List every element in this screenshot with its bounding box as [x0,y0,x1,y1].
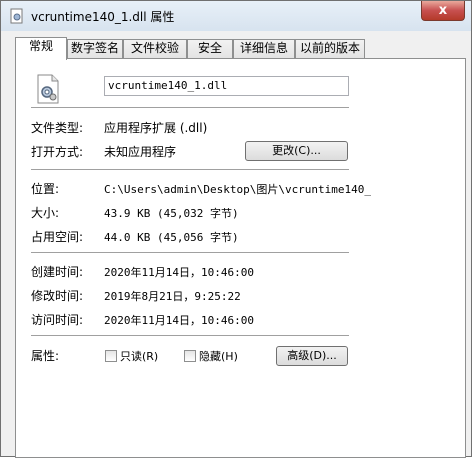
file-type-value: 应用程序扩展 (.dll) [104,121,208,135]
dll-file-icon [10,8,23,24]
hidden-label[interactable]: 隐藏(H) [199,348,238,364]
close-button[interactable]: x [421,1,465,21]
opens-with-value: 未知应用程序 [104,145,177,159]
separator [31,107,349,108]
readonly-label[interactable]: 只读(R) [120,348,158,364]
title-bar[interactable]: vcruntime140_1.dll 属性 x [1,1,471,31]
separator [31,335,349,336]
file-type-label: 文件类型: [31,121,84,135]
tab-security[interactable]: 安全 [187,39,233,58]
hidden-checkbox[interactable] [184,350,196,362]
general-tab-panel: vcruntime140_1.dll 文件类型: 应用程序扩展 (.dll) 打… [15,58,466,458]
size-value: 43.9 KB (45,032 字节) [104,207,239,220]
modified-value: 2019年8月21日，9:25:22 [104,290,241,303]
created-value: 2020年11月14日，10:46:00 [104,266,254,279]
disk-size-value: 44.0 KB (45,056 字节) [104,231,239,244]
advanced-button[interactable]: 高级(D)... [276,346,348,366]
modified-label: 修改时间: [31,289,84,303]
accessed-value: 2020年11月14日，10:46:00 [104,314,254,327]
disk-size-label: 占用空间: [31,230,84,244]
tab-strip: 常规 数字签名 文件校验 安全 详细信息 以前的版本 [15,37,465,60]
size-label: 大小: [31,206,60,220]
accessed-label: 访问时间: [31,313,84,327]
tab-details[interactable]: 详细信息 [233,39,295,58]
window-title: vcruntime140_1.dll 属性 [31,10,175,24]
filename-field[interactable]: vcruntime140_1.dll [104,76,349,96]
location-value: C:\Users\admin\Desktop\图片\vcruntime140_ [104,183,372,196]
opens-with-label: 打开方式: [31,145,84,159]
dll-file-gear-icon [37,74,59,104]
created-label: 创建时间: [31,265,84,279]
separator [31,252,349,253]
separator [31,169,349,170]
readonly-checkbox[interactable] [105,350,117,362]
tab-previous-versions[interactable]: 以前的版本 [295,39,365,58]
location-label: 位置: [31,182,60,196]
change-button[interactable]: 更改(C)... [245,141,348,161]
properties-window: vcruntime140_1.dll 属性 x 常规 数字签名 文件校验 安全 … [0,0,472,458]
tab-general[interactable]: 常规 [15,37,67,60]
attributes-label: 属性: [31,349,60,363]
tab-digital-signature[interactable]: 数字签名 [67,39,123,58]
tab-file-checksum[interactable]: 文件校验 [123,39,187,58]
